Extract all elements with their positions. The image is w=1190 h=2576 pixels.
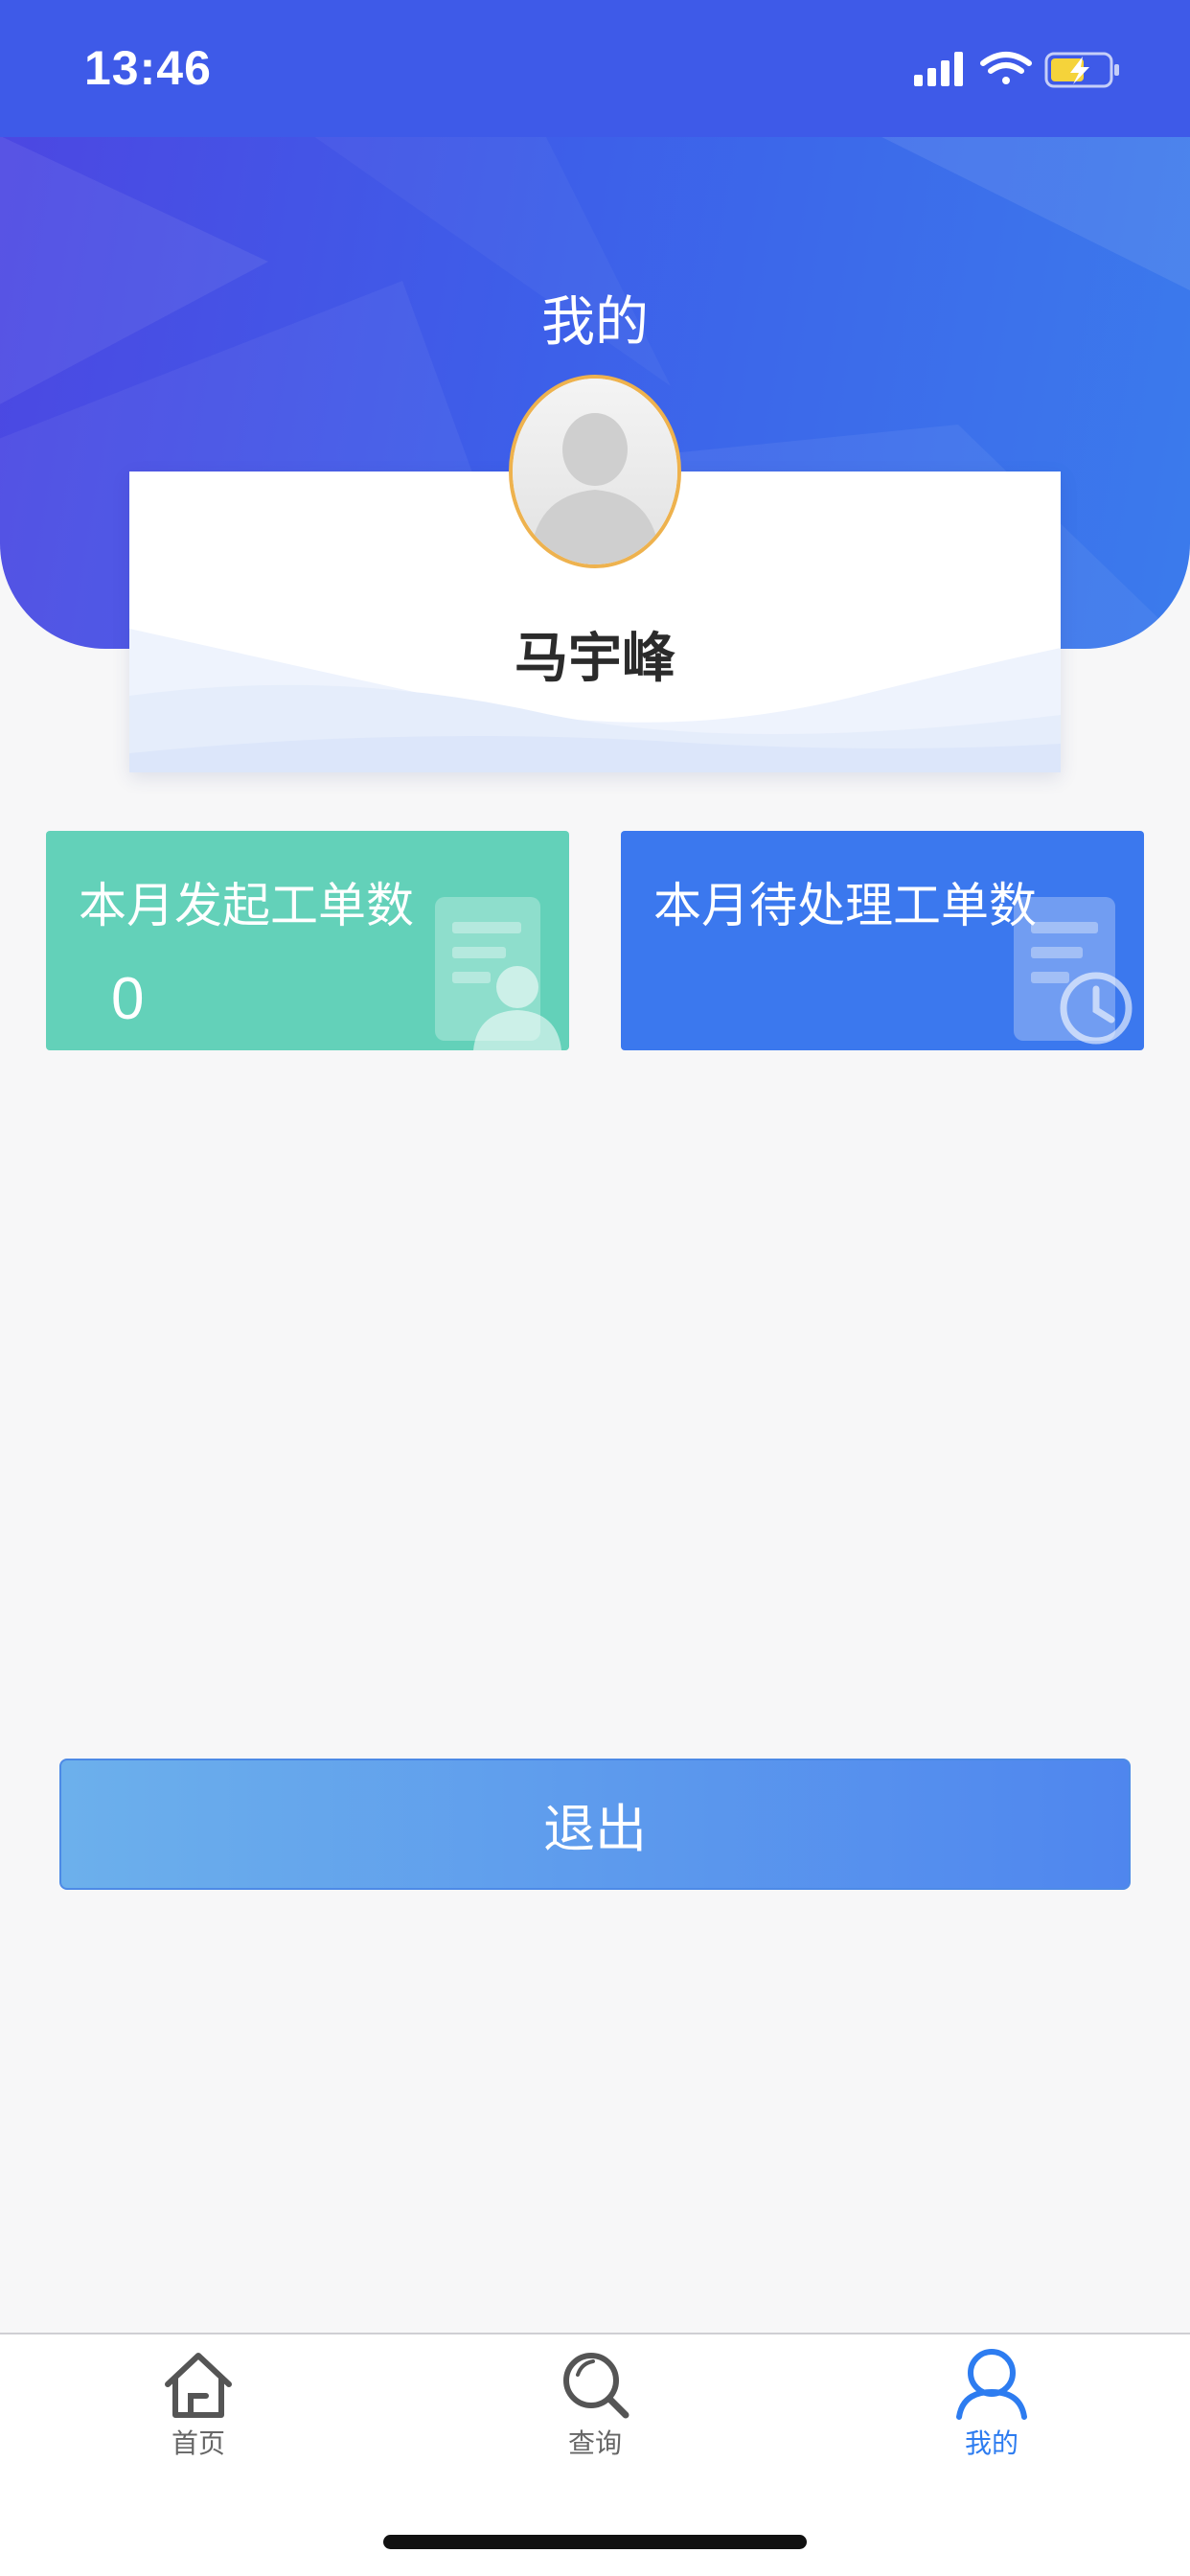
stat-card-created[interactable]: 本月发起工单数 0 [46,831,569,1050]
stat-card-pending[interactable]: 本月待处理工单数 [621,831,1144,1050]
status-bar: 13:46 [0,0,1190,137]
stat-label: 本月发起工单数 [79,878,414,933]
tab-home[interactable]: 首页 [103,2348,294,2482]
tab-label: 查询 [567,2427,622,2459]
stat-value: 0 [111,966,145,1032]
search-icon [563,2353,629,2419]
avatar[interactable] [509,375,681,568]
tab-mine[interactable]: 我的 [896,2348,1087,2482]
signal-icon [914,52,963,86]
tab-query[interactable]: 查询 [499,2348,691,2482]
page-title: 我的 [541,291,649,354]
home-icon [165,2353,232,2418]
stat-label: 本月待处理工单数 [653,878,1037,933]
user-name: 马宇峰 [515,628,675,690]
status-icons [914,52,1119,88]
wifi-icon [980,52,1032,84]
user-avatar-icon [513,379,677,564]
tab-label: 首页 [171,2427,225,2459]
status-time: 13:46 [84,41,212,95]
document-user-icon [435,897,561,1050]
tab-label: 我的 [964,2427,1018,2459]
logout-button[interactable]: 退出 [59,1759,1131,1890]
battery-charging-icon [1044,52,1119,88]
user-icon [956,2349,1027,2420]
home-indicator [383,2535,807,2549]
